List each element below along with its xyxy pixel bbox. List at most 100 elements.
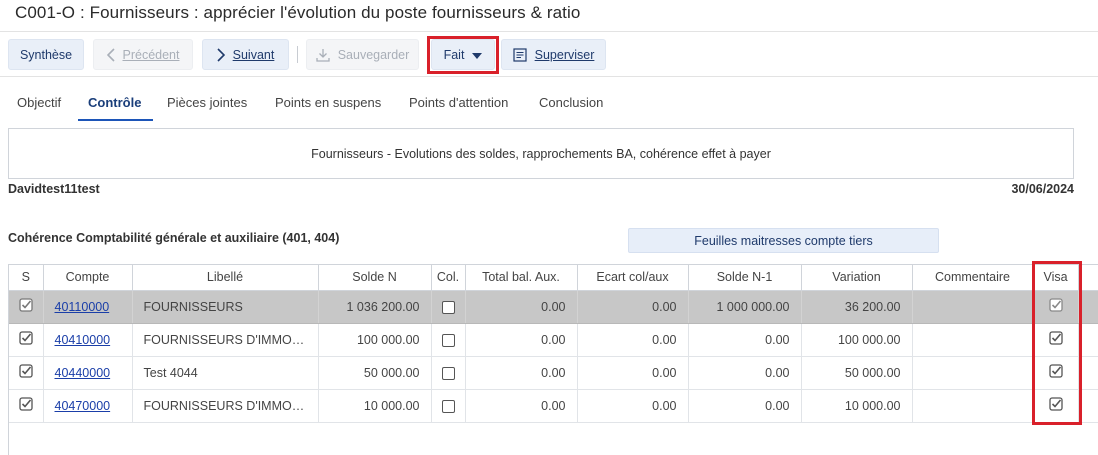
- sauvegarder-button[interactable]: Sauvegarder: [306, 39, 419, 70]
- superviser-label: Superviser: [534, 47, 595, 62]
- compte-link[interactable]: 40470000: [55, 399, 111, 413]
- chevron-right-icon: [217, 47, 225, 62]
- visa-check-icon[interactable]: [1048, 397, 1063, 414]
- tab-objectif[interactable]: Objectif: [17, 95, 61, 110]
- libelle-cell: Test 4044: [132, 356, 319, 390]
- suivant-button[interactable]: Suivant: [202, 39, 289, 70]
- header-spacer: [1078, 265, 1098, 291]
- table-row[interactable]: 40110000 FOURNISSEURS 1 036 200.00 0.00 0.00…: [9, 290, 1098, 324]
- col-cell[interactable]: [431, 389, 466, 423]
- variation-cell: 100 000.00: [801, 323, 913, 357]
- solde-n-cell: 100 000.00: [318, 323, 432, 357]
- visa-check-icon[interactable]: [1048, 298, 1063, 315]
- tab-bar: Objectif Contrôle Pièces jointes Points …: [0, 78, 1098, 123]
- col-cell[interactable]: [431, 290, 466, 324]
- header-col[interactable]: Col.: [431, 265, 466, 291]
- visa-check-icon[interactable]: [1048, 364, 1063, 381]
- header-solde-n1[interactable]: Solde N-1: [688, 265, 802, 291]
- compte-link[interactable]: 40410000: [55, 333, 111, 347]
- tab-points-en-suspens[interactable]: Points en suspens: [275, 95, 381, 110]
- variation-cell: 36 200.00: [801, 290, 913, 324]
- page-title: C001-O : Fournisseurs : apprécier l'évol…: [15, 3, 581, 22]
- visa-cell[interactable]: [1033, 389, 1079, 423]
- table-row[interactable]: 40440000 Test 4044 50 000.00 0.00 0.00 0.00 50…: [9, 356, 1098, 390]
- checked-checkbox-icon[interactable]: [19, 397, 33, 414]
- total-bal-aux-cell: 0.00: [465, 323, 578, 357]
- empty-checkbox[interactable]: [441, 399, 455, 413]
- visa-cell[interactable]: [1033, 356, 1079, 390]
- toolbar: Synthèse Précédent Suivant Sauvegarder F…: [0, 32, 1098, 77]
- empty-checkbox[interactable]: [441, 300, 455, 314]
- table-body: 40110000 FOURNISSEURS 1 036 200.00 0.00 0.00…: [9, 290, 1098, 423]
- commentaire-cell[interactable]: [912, 323, 1034, 357]
- col-cell[interactable]: [431, 323, 466, 357]
- superviser-button[interactable]: Superviser: [501, 39, 606, 70]
- header-solde-n[interactable]: Solde N: [318, 265, 432, 291]
- tab-pieces-jointes[interactable]: Pièces jointes: [167, 95, 247, 110]
- commentaire-cell[interactable]: [912, 356, 1034, 390]
- ecart-cell: 0.00: [577, 290, 689, 324]
- compte-cell: 40110000: [43, 290, 133, 324]
- tab-conclusion[interactable]: Conclusion: [539, 95, 603, 110]
- table-header-row: S Compte Libellé Solde N Col. Total bal.…: [9, 265, 1098, 291]
- header-commentaire[interactable]: Commentaire: [912, 265, 1034, 291]
- accounts-table: S Compte Libellé Solde N Col. Total bal.…: [9, 265, 1098, 423]
- compte-link[interactable]: 40110000: [55, 300, 110, 314]
- table-row[interactable]: 40410000 FOURNISSEURS D'IMMOB... 100 000.0…: [9, 323, 1098, 357]
- compte-cell: 40440000: [43, 356, 133, 390]
- header-visa[interactable]: Visa: [1033, 265, 1079, 291]
- visa-cell[interactable]: [1033, 323, 1079, 357]
- period-date: 30/06/2024: [1011, 182, 1074, 196]
- header-s[interactable]: S: [9, 265, 44, 291]
- precedent-label: Précédent: [122, 47, 180, 62]
- title-bar: C001-O : Fournisseurs : apprécier l'évol…: [0, 0, 1098, 32]
- commentaire-cell[interactable]: [912, 389, 1034, 423]
- solde-n1-cell: 0.00: [688, 389, 802, 423]
- compte-cell: 40470000: [43, 389, 133, 423]
- row-spacer: [1078, 389, 1098, 423]
- header-total-bal-aux[interactable]: Total bal. Aux.: [465, 265, 578, 291]
- feuilles-maitresses-button[interactable]: Feuilles maitresses compte tiers: [628, 228, 939, 253]
- ecart-cell: 0.00: [577, 389, 689, 423]
- description-text: Fournisseurs - Evolutions des soldes, ra…: [311, 146, 771, 161]
- header-libelle[interactable]: Libellé: [132, 265, 319, 291]
- checked-checkbox-icon[interactable]: [19, 298, 33, 315]
- fait-dropdown-button[interactable]: Fait: [431, 39, 495, 70]
- row-select-cell[interactable]: [9, 323, 44, 357]
- row-select-cell[interactable]: [9, 356, 44, 390]
- row-select-cell[interactable]: [9, 389, 44, 423]
- row-spacer: [1078, 356, 1098, 390]
- checked-checkbox-icon[interactable]: [19, 331, 33, 348]
- solde-n1-cell: 0.00: [688, 356, 802, 390]
- header-compte[interactable]: Compte: [43, 265, 133, 291]
- col-cell[interactable]: [431, 356, 466, 390]
- row-select-cell[interactable]: [9, 290, 44, 324]
- data-grid: S Compte Libellé Solde N Col. Total bal.…: [8, 264, 1098, 455]
- precedent-button[interactable]: Précédent: [93, 39, 193, 70]
- total-bal-aux-cell: 0.00: [465, 389, 578, 423]
- solde-n-cell: 10 000.00: [318, 389, 432, 423]
- compte-link[interactable]: 40440000: [55, 366, 111, 380]
- solde-n1-cell: 1 000 000.00: [688, 290, 802, 324]
- table-row[interactable]: 40470000 FOURNISSEURS D'IMMOB... 10 000.00…: [9, 389, 1098, 423]
- solde-n1-cell: 0.00: [688, 323, 802, 357]
- tab-controle[interactable]: Contrôle: [88, 95, 141, 110]
- toolbar-divider: [297, 46, 298, 63]
- tab-points-attention[interactable]: Points d'attention: [409, 95, 508, 110]
- synthese-button[interactable]: Synthèse: [8, 39, 84, 70]
- empty-checkbox[interactable]: [441, 366, 455, 380]
- control-description: Fournisseurs - Evolutions des soldes, ra…: [8, 128, 1074, 179]
- commentaire-cell[interactable]: [912, 290, 1034, 324]
- visa-cell[interactable]: [1033, 290, 1079, 324]
- total-bal-aux-cell: 0.00: [465, 356, 578, 390]
- libelle-cell: FOURNISSEURS D'IMMOB...: [132, 389, 319, 423]
- header-variation[interactable]: Variation: [801, 265, 913, 291]
- row-spacer: [1078, 290, 1098, 324]
- user-name: Davidtest11test: [8, 182, 100, 196]
- row-spacer: [1078, 323, 1098, 357]
- empty-checkbox[interactable]: [441, 333, 455, 347]
- total-bal-aux-cell: 0.00: [465, 290, 578, 324]
- checked-checkbox-icon[interactable]: [19, 364, 33, 381]
- visa-check-icon[interactable]: [1048, 331, 1063, 348]
- header-ecart[interactable]: Ecart col/aux: [577, 265, 689, 291]
